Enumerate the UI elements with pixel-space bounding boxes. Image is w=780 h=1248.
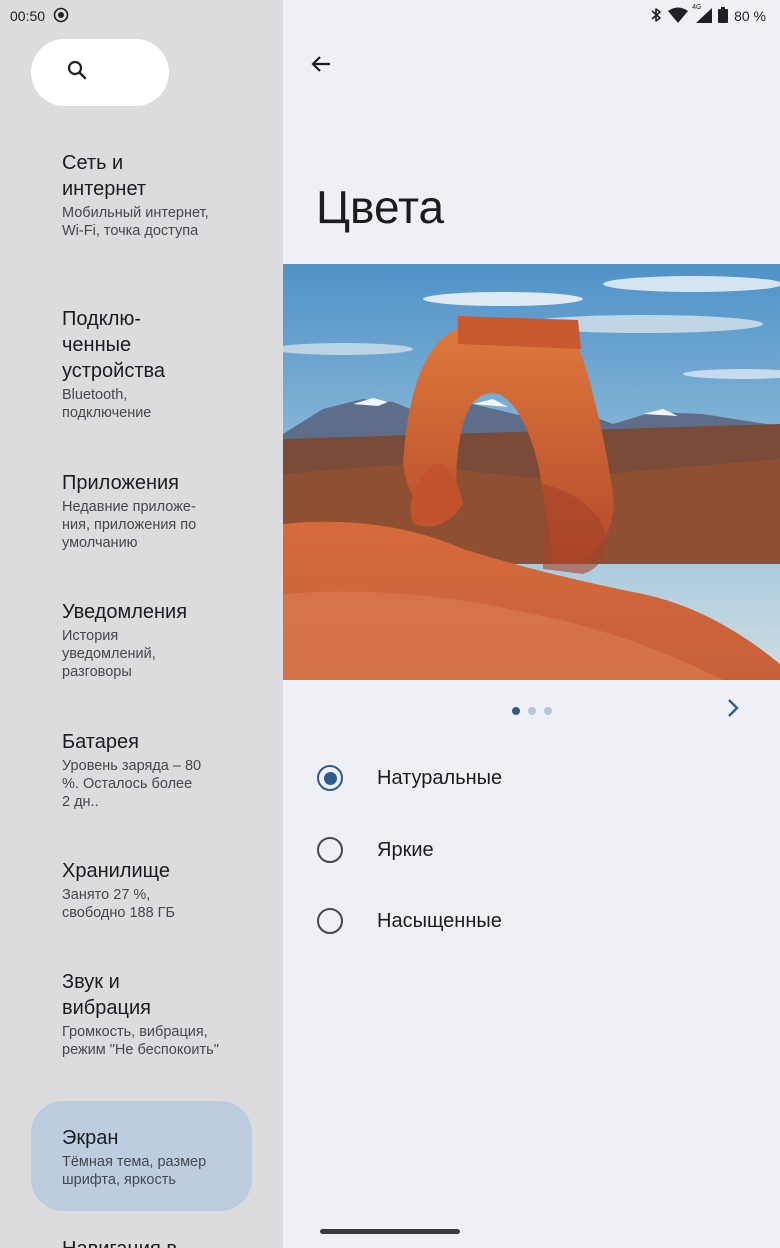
sidebar-item-title: Приложения [62,472,180,494]
option-saturated[interactable]: Насыщенные [317,901,757,941]
settings-sidebar: 00:50 Сеть и интернет Мобильный интернет… [0,0,283,1248]
sidebar-item-title: Сеть и интернет [62,152,147,200]
back-arrow-icon [309,52,333,81]
colors-settings-page: 4G 80 % Цвета Натуральные Яркие Насыщенн… [283,0,780,1248]
preview-image-arch [283,264,780,680]
sidebar-item-subtitle: Bluetooth, подключение [62,387,152,421]
search-button[interactable] [31,39,169,106]
radio-button[interactable] [317,837,343,863]
sidebar-item-title: Навигация в [62,1236,252,1248]
sidebar-item-connected-devices[interactable]: Подклю-ченные устройства Bluetooth, подк… [31,306,252,422]
sidebar-item-notifications[interactable]: Уведомления История уведомлений, разгово… [31,599,252,681]
radio-button[interactable] [317,908,343,934]
sidebar-item-navigation[interactable]: Навигация в [31,1236,252,1248]
carousel-next-button[interactable] [719,696,747,724]
option-vivid[interactable]: Яркие [317,830,757,870]
sidebar-item-subtitle: История уведомлений, разговоры [62,628,156,680]
sidebar-item-sound[interactable]: Звук и вибрация Громкость, вибрация, реж… [31,969,252,1059]
option-natural[interactable]: Натуральные [317,758,757,798]
carousel-page-indicator [512,707,552,715]
status-bar-right: 4G 80 % [650,3,766,26]
sidebar-item-network[interactable]: Сеть и интернет Мобильный интернет, Wi-F… [31,150,252,240]
gesture-navigation-bar[interactable] [320,1229,460,1234]
carousel-dot-1[interactable] [512,707,520,715]
back-button[interactable] [305,50,337,82]
option-label: Яркие [377,838,434,861]
sidebar-item-title: Хранилище [62,860,170,882]
chevron-right-icon [725,697,741,724]
sidebar-item-subtitle: Тёмная тема, размер шрифта, яркость [62,1154,207,1188]
bluetooth-icon [650,7,662,26]
search-icon [65,58,89,87]
option-label: Натуральные [377,766,503,789]
battery-percent: 80 % [734,8,766,24]
sidebar-item-title: Звук и вибрация [62,971,151,1019]
sidebar-item-title: Уведомления [62,601,188,623]
sidebar-item-subtitle: Уровень заряда – 80 %. Осталось более 2 … [62,758,202,810]
mobile-signal-icon: 4G [692,3,713,26]
sidebar-item-subtitle: Недавние приложе-ния, приложения по умол… [62,499,197,551]
status-bar-left: 00:50 [10,6,69,26]
radio-button-checked[interactable] [317,765,343,791]
sidebar-item-subtitle: Мобильный интернет, Wi-Fi, точка доступа [62,205,209,239]
carousel-dot-3[interactable] [544,707,552,715]
battery-icon [718,6,729,26]
network-type-label: 4G [692,3,702,11]
screen-record-icon [53,7,69,26]
status-time: 00:50 [10,8,46,24]
sidebar-item-subtitle: Занято 27 %, свободно 188 ГБ [62,887,176,921]
sidebar-item-title: Подклю-ченные устройства [62,308,166,382]
sidebar-item-storage[interactable]: Хранилище Занято 27 %, свободно 188 ГБ [31,858,252,922]
sidebar-item-title: Батарея [62,731,139,753]
sidebar-item-battery[interactable]: Батарея Уровень заряда – 80 %. Осталось … [31,729,252,811]
sidebar-item-apps[interactable]: Приложения Недавние приложе-ния, приложе… [31,470,252,552]
sidebar-item-subtitle: Громкость, вибрация, режим "Не беспокоит… [62,1024,219,1058]
carousel-dot-2[interactable] [528,707,536,715]
page-title: Цвета [316,181,445,233]
wifi-icon [668,7,689,26]
option-label: Насыщенные [377,909,502,932]
sidebar-item-display[interactable]: Экран Тёмная тема, размер шрифта, яркост… [31,1101,252,1211]
sidebar-item-title: Экран [62,1127,119,1149]
